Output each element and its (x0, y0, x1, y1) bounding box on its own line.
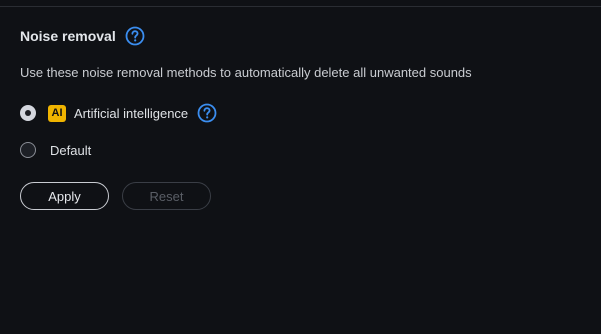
top-divider (0, 6, 601, 7)
help-icon-ai[interactable] (197, 103, 217, 123)
section-description: Use these noise removal methods to autom… (20, 65, 472, 80)
section-header: Noise removal (20, 26, 145, 46)
radio-ai-selected[interactable] (20, 105, 36, 121)
option-artificial-intelligence[interactable]: AI Artificial intelligence (20, 103, 217, 123)
option-default[interactable]: Default (20, 142, 91, 158)
reset-button[interactable]: Reset (122, 182, 211, 210)
help-icon[interactable] (125, 26, 145, 46)
ai-badge: AI (48, 104, 66, 122)
radio-default-unselected[interactable] (20, 142, 36, 158)
noise-removal-panel: Noise removal Use these noise removal me… (0, 0, 601, 334)
apply-button[interactable]: Apply (20, 182, 109, 210)
option-label-ai: Artificial intelligence (74, 105, 189, 121)
option-label-default: Default (50, 142, 92, 158)
section-title: Noise removal (20, 28, 116, 44)
